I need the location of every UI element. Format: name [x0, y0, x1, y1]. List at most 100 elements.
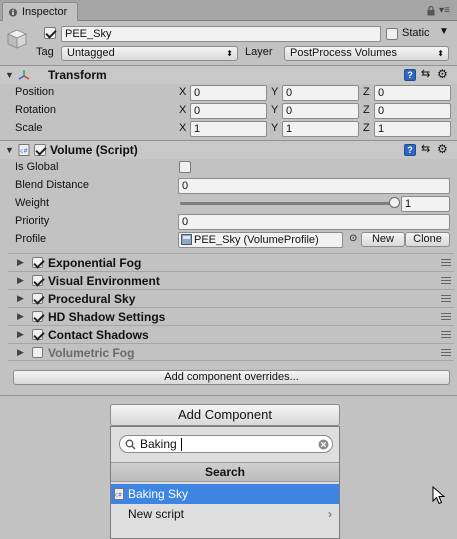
result-item-baking-sky[interactable]: c# Baking Sky: [111, 484, 339, 504]
override-enabled-checkbox[interactable]: [32, 257, 43, 268]
add-component-button[interactable]: Add Component: [110, 404, 340, 426]
override-row-visual-environment[interactable]: ▶ Visual Environment: [8, 271, 454, 289]
object-picker-icon[interactable]: ⊙: [349, 233, 357, 244]
add-component-overrides-button[interactable]: Add component overrides...: [13, 370, 450, 385]
transform-header[interactable]: ▼ Transform ? ⇆ ⚙: [0, 66, 457, 84]
axis-x-label: X: [179, 122, 187, 134]
foldout-collapsed-icon[interactable]: ▶: [17, 347, 24, 358]
result-item-new-script[interactable]: New script ›: [111, 504, 339, 524]
lock-icon[interactable]: [427, 6, 435, 16]
clear-search-icon[interactable]: [318, 439, 329, 450]
component-menu-icon[interactable]: [441, 349, 451, 356]
result-label: New script: [128, 507, 185, 521]
override-name: Volumetric Fog: [48, 346, 135, 360]
settings-gear-icon[interactable]: ⚙: [437, 142, 448, 156]
layer-value: PostProcess Volumes: [290, 47, 397, 59]
override-row-procedural-sky[interactable]: ▶ Procedural Sky: [8, 289, 454, 307]
component-menu-icon[interactable]: [441, 331, 451, 338]
gameobject-active-checkbox[interactable]: [44, 27, 56, 39]
tag-dropdown[interactable]: Untagged ⬍: [61, 46, 238, 61]
profile-new-button[interactable]: New: [361, 232, 405, 247]
transform-axes-icon: [18, 70, 30, 80]
layer-label: Layer: [245, 46, 273, 58]
component-menu-icon[interactable]: [441, 295, 451, 302]
tab-inspector[interactable]: Inspector: [2, 2, 78, 21]
override-row-exponential-fog[interactable]: ▶ Exponential Fog: [8, 253, 454, 271]
is-global-checkbox[interactable]: [179, 161, 191, 173]
scale-x-field[interactable]: 1: [190, 121, 267, 137]
override-row-contact-shadows[interactable]: ▶ Contact Shadows: [8, 325, 454, 343]
tab-menu-icon[interactable]: ▾≡: [439, 5, 450, 16]
weight-slider-track[interactable]: [180, 202, 395, 205]
help-icon[interactable]: ?: [404, 69, 416, 81]
override-name: Visual Environment: [48, 274, 160, 288]
svg-text:c#: c#: [115, 493, 122, 499]
rotation-label: Rotation: [15, 104, 56, 116]
updown-arrow-icon: ⬍: [437, 49, 444, 58]
priority-field[interactable]: 0: [178, 214, 450, 230]
scale-z-field[interactable]: 1: [374, 121, 451, 137]
weight-label: Weight: [15, 197, 50, 209]
help-icon[interactable]: ?: [404, 144, 416, 156]
profile-value: PEE_Sky (VolumeProfile): [194, 234, 319, 246]
scale-y-field[interactable]: 1: [282, 121, 359, 137]
gameobject-name-field[interactable]: PEE_Sky: [61, 26, 381, 42]
override-row-hd-shadow-settings[interactable]: ▶ HD Shadow Settings: [8, 307, 454, 325]
static-dropdown-icon[interactable]: ▼: [439, 26, 449, 37]
foldout-collapsed-icon[interactable]: ▶: [17, 257, 24, 268]
info-icon: [9, 8, 17, 17]
axis-y-label: Y: [271, 122, 279, 134]
override-enabled-checkbox[interactable]: [32, 347, 43, 358]
static-label: Static: [402, 27, 430, 39]
foldout-collapsed-icon[interactable]: ▶: [17, 275, 24, 286]
search-icon: [125, 439, 136, 450]
script-file-icon: c#: [114, 488, 124, 500]
scale-label: Scale: [15, 122, 43, 134]
blend-distance-field[interactable]: 0: [178, 178, 450, 194]
component-search-field[interactable]: Baking: [119, 435, 333, 453]
override-enabled-checkbox[interactable]: [32, 293, 43, 304]
profile-clone-button[interactable]: Clone: [405, 232, 450, 247]
inspector-tab-bar: Inspector ▾≡: [0, 0, 457, 21]
updown-arrow-icon: ⬍: [226, 49, 233, 58]
component-menu-icon[interactable]: [441, 259, 451, 266]
weight-slider-thumb[interactable]: [389, 197, 400, 208]
position-x-field[interactable]: 0: [190, 85, 267, 101]
position-y-field[interactable]: 0: [282, 85, 359, 101]
svg-text:c#: c#: [20, 149, 28, 155]
foldout-collapsed-icon[interactable]: ▶: [17, 311, 24, 322]
mouse-cursor-icon: [432, 486, 445, 505]
override-row-volumetric-fog[interactable]: ▶ Volumetric Fog: [8, 343, 454, 361]
volume-enabled-checkbox[interactable]: [34, 144, 46, 156]
profile-object-field[interactable]: PEE_Sky (VolumeProfile): [178, 232, 343, 248]
search-results-title: Search: [111, 462, 339, 482]
priority-label: Priority: [15, 215, 50, 227]
rotation-y-field[interactable]: 0: [282, 103, 359, 119]
weight-field[interactable]: 1: [401, 196, 450, 212]
rotation-x-field[interactable]: 0: [190, 103, 267, 119]
preset-icon[interactable]: ⇆: [421, 142, 430, 155]
layer-dropdown[interactable]: PostProcess Volumes ⬍: [284, 46, 449, 61]
volume-script-header[interactable]: ▼ c# Volume (Script) ? ⇆ ⚙: [0, 141, 457, 159]
override-enabled-checkbox[interactable]: [32, 275, 43, 286]
foldout-expanded-icon[interactable]: ▼: [5, 145, 14, 155]
gameobject-cube-icon: [7, 29, 27, 49]
foldout-expanded-icon[interactable]: ▼: [5, 70, 14, 80]
tag-value: Untagged: [67, 47, 115, 59]
preset-icon[interactable]: ⇆: [421, 67, 430, 80]
foldout-collapsed-icon[interactable]: ▶: [17, 329, 24, 340]
override-enabled-checkbox[interactable]: [32, 329, 43, 340]
static-checkbox[interactable]: [386, 28, 398, 40]
result-label: Baking Sky: [128, 487, 189, 501]
add-component-popup: Baking Search c# Baking Sky New script ›: [110, 426, 340, 539]
rotation-z-field[interactable]: 0: [374, 103, 451, 119]
position-z-field[interactable]: 0: [374, 85, 451, 101]
transform-title: Transform: [48, 68, 107, 82]
override-enabled-checkbox[interactable]: [32, 311, 43, 322]
component-menu-icon[interactable]: [441, 313, 451, 320]
tag-label: Tag: [36, 46, 54, 58]
script-file-icon: c#: [18, 144, 30, 156]
component-menu-icon[interactable]: [441, 277, 451, 284]
foldout-collapsed-icon[interactable]: ▶: [17, 293, 24, 304]
settings-gear-icon[interactable]: ⚙: [437, 67, 448, 81]
